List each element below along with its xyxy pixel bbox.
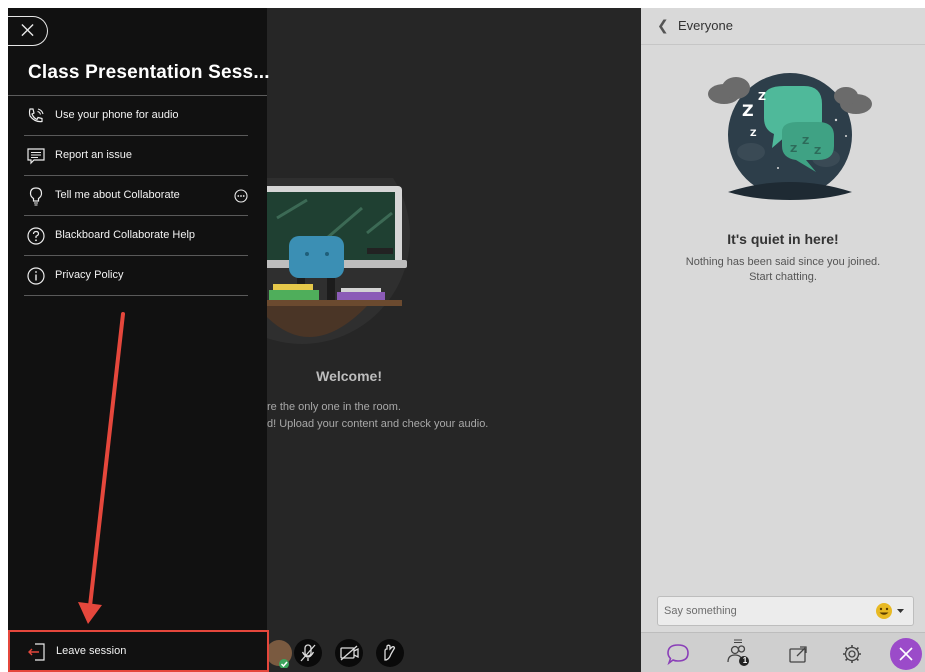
more-options-icon[interactable]: [234, 189, 248, 203]
chat-header: ❮ Everyone: [641, 8, 925, 45]
session-menu: Class Presentation Sess... Use your phon…: [8, 8, 270, 672]
collaborate-app: Welcome! re the only one in the room. d!…: [8, 8, 925, 672]
welcome-title: Welcome!: [316, 368, 382, 384]
info-icon: [27, 267, 45, 285]
menu-item-label: Blackboard Collaborate Help: [55, 229, 196, 241]
menu-item-label: Report an issue: [55, 149, 133, 161]
menu-item-report-issue[interactable]: Report an issue: [24, 136, 248, 176]
menu-item-label: Use your phone for audio: [55, 109, 179, 121]
empty-chat-title: It's quiet in here!: [727, 231, 839, 247]
main-stage: Welcome! re the only one in the room. d!…: [267, 8, 641, 672]
camera-muted-icon[interactable]: [334, 638, 364, 668]
lightbulb-icon: [29, 187, 43, 206]
svg-text:Z: Z: [742, 101, 754, 120]
empty-chat-message-2: Start chatting.: [749, 271, 817, 283]
session-title: Class Presentation Sess...: [28, 62, 270, 83]
emoji-picker-button[interactable]: [873, 602, 907, 620]
chat-icon[interactable]: [663, 639, 693, 669]
leave-session-button[interactable]: Leave session: [8, 630, 269, 672]
svg-text:Z: Z: [750, 129, 757, 139]
chat-panel: ❮ Everyone Z Z Z Z Z Z It's quiet in her…: [641, 8, 925, 672]
share-content-icon[interactable]: [783, 639, 813, 669]
welcome-line-1: re the only one in the room.: [267, 401, 401, 413]
leave-session-icon: [28, 643, 45, 661]
raise-hand-icon[interactable]: [375, 638, 405, 668]
empty-chat-message-1: Nothing has been said since you joined.: [685, 256, 881, 268]
attendee-count-badge: 1: [742, 656, 748, 665]
microphone-muted-icon[interactable]: [293, 638, 323, 668]
help-icon: [27, 227, 45, 245]
menu-item-about-collaborate[interactable]: Tell me about Collaborate: [24, 176, 248, 216]
close-menu-button[interactable]: [8, 16, 48, 46]
menu-item-label: Tell me about Collaborate: [55, 189, 180, 201]
leave-session-label: Leave session: [56, 645, 127, 657]
chevron-left-icon[interactable]: ❮: [657, 17, 669, 34]
panel-tab-bar: 1: [641, 632, 925, 672]
close-panel-icon[interactable]: [887, 637, 925, 671]
phone-audio-icon: [28, 108, 44, 123]
welcome-line-2: d! Upload your content and check your au…: [267, 418, 489, 430]
sleeping-chat-illustration: Z Z Z Z Z Z: [708, 73, 872, 200]
chat-message-input[interactable]: [664, 597, 854, 625]
classroom-illustration: [267, 178, 410, 344]
chat-input-box: [657, 596, 914, 626]
svg-text:Z: Z: [814, 146, 821, 157]
menu-item-collaborate-help[interactable]: Blackboard Collaborate Help: [24, 216, 248, 256]
menu-item-phone-audio[interactable]: Use your phone for audio: [24, 96, 248, 136]
settings-gear-icon[interactable]: [837, 639, 867, 669]
svg-text:Z: Z: [802, 136, 809, 147]
report-issue-icon: [27, 148, 45, 165]
svg-text:Z: Z: [790, 144, 797, 155]
svg-text:Z: Z: [758, 90, 766, 103]
chat-channel-title: Everyone: [678, 18, 733, 33]
menu-item-label: Privacy Policy: [55, 269, 124, 281]
menu-item-privacy-policy[interactable]: Privacy Policy: [24, 256, 248, 296]
